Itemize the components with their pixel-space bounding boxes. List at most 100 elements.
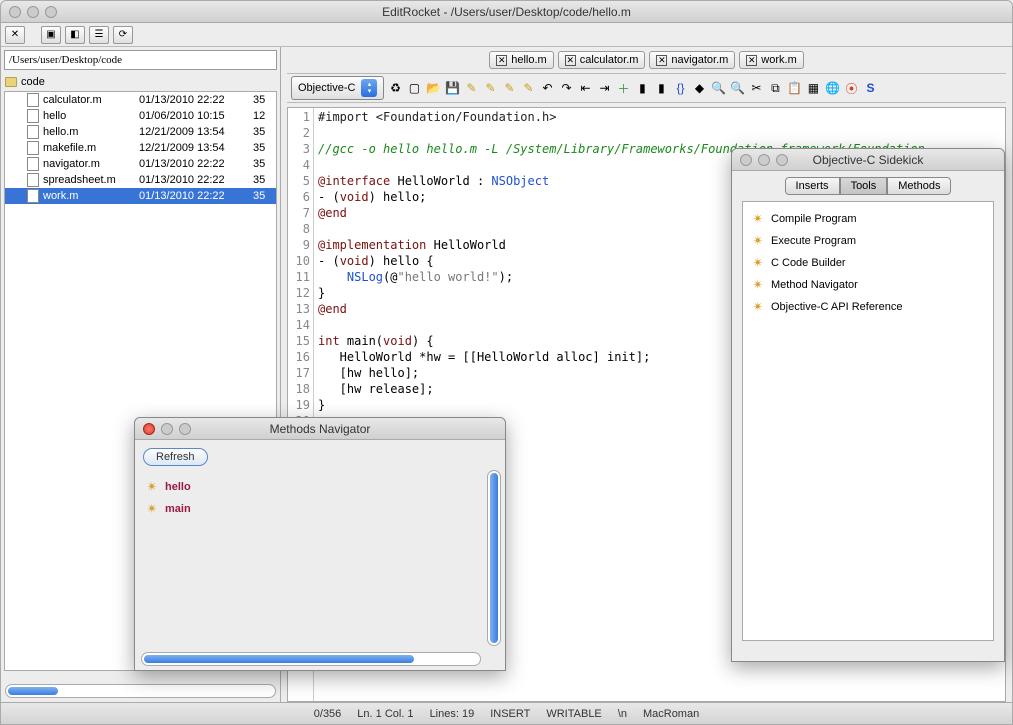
methods-title: Methods Navigator — [191, 422, 449, 436]
zoom-icon[interactable] — [179, 423, 191, 435]
s-icon[interactable]: S — [862, 80, 878, 96]
undo-icon[interactable]: ↶ — [539, 80, 555, 96]
zoom-icon[interactable] — [776, 154, 788, 166]
status-nl: \n — [618, 708, 627, 720]
globe-icon[interactable]: 🌐 — [824, 80, 840, 96]
file-size: 35 — [253, 158, 265, 170]
sidekick-title: Objective-C Sidekick — [788, 153, 948, 167]
tool-icon[interactable]: ◆ — [691, 80, 707, 96]
file-size: 35 — [253, 190, 265, 202]
file-icon — [27, 141, 39, 155]
wand-icon[interactable]: ✎ — [520, 80, 536, 96]
close-tab-icon[interactable]: ✕ — [746, 55, 757, 66]
status-lncol: Ln. 1 Col. 1 — [357, 708, 413, 720]
file-icon — [27, 125, 39, 139]
tab-label: work.m — [761, 54, 796, 66]
tool-icon[interactable]: ▮ — [653, 80, 669, 96]
add-icon[interactable]: ＋ — [615, 80, 631, 96]
search-icon[interactable]: 🔍 — [710, 80, 726, 96]
sidebar-scrollbar[interactable] — [5, 684, 276, 698]
wand-icon[interactable]: ✎ — [482, 80, 498, 96]
file-row[interactable]: calculator.m01/13/2010 22:2235 — [5, 92, 276, 108]
indent-icon[interactable]: ⇥ — [596, 80, 612, 96]
status-pos: 0/356 — [314, 708, 342, 720]
vertical-scrollbar[interactable] — [487, 470, 501, 646]
sidekick-item-label: Execute Program — [771, 235, 856, 247]
cut-icon[interactable]: ✂ — [748, 80, 764, 96]
file-date: 01/13/2010 22:22 — [139, 94, 249, 106]
sidekick-tab[interactable]: Tools — [840, 177, 888, 195]
toolbar-icon[interactable]: ☰ — [89, 26, 109, 44]
close-tab-icon[interactable]: ✕ — [496, 55, 507, 66]
copy-icon[interactable]: ⧉ — [767, 80, 783, 96]
file-size: 35 — [253, 174, 265, 186]
file-row[interactable]: makefile.m12/21/2009 13:5435 — [5, 140, 276, 156]
open-icon[interactable]: 📂 — [425, 80, 441, 96]
sidekick-item[interactable]: ✴Objective-C API Reference — [749, 296, 987, 318]
editor-tab[interactable]: ✕ navigator.m — [649, 51, 735, 69]
file-name: spreadsheet.m — [43, 174, 135, 186]
sidekick-window[interactable]: Objective-C Sidekick InsertsToolsMethods… — [731, 148, 1005, 662]
redo-icon[interactable]: ↷ — [558, 80, 574, 96]
toolbar-icon[interactable]: ▣ — [41, 26, 61, 44]
close-icon[interactable] — [143, 423, 155, 435]
toolbar-icon[interactable]: ◧ — [65, 26, 85, 44]
editor-tab[interactable]: ✕ work.m — [739, 51, 803, 69]
file-row[interactable]: hello01/06/2010 10:1512 — [5, 108, 276, 124]
toolbar-icon[interactable]: ⟳ — [113, 26, 133, 44]
new-file-icon[interactable]: ▢ — [406, 80, 422, 96]
tab-label: navigator.m — [671, 54, 728, 66]
db-icon[interactable]: ⦿ — [843, 80, 859, 96]
method-link[interactable]: main — [165, 503, 191, 515]
methods-navigator-window[interactable]: Methods Navigator Refresh ✴hello✴main — [134, 417, 506, 671]
save-icon[interactable]: 💾 — [444, 80, 460, 96]
close-icon[interactable] — [740, 154, 752, 166]
editor-tab[interactable]: ✕calculator.m — [558, 51, 646, 69]
folder-row[interactable]: code — [1, 73, 280, 91]
close-tab-icon[interactable]: ✕ — [5, 26, 25, 44]
close-tab-icon[interactable]: ✕ — [656, 55, 667, 66]
file-date: 01/06/2010 10:15 — [139, 110, 249, 122]
refresh-icon[interactable]: ♻ — [387, 80, 403, 96]
wand-icon[interactable]: ✎ — [501, 80, 517, 96]
method-link[interactable]: hello — [165, 481, 191, 493]
minimize-icon[interactable] — [758, 154, 770, 166]
indent-icon[interactable]: ⇤ — [577, 80, 593, 96]
sidekick-tab[interactable]: Inserts — [785, 177, 840, 195]
zoom-icon[interactable] — [45, 6, 57, 18]
sidekick-item[interactable]: ✴ Execute Program — [749, 230, 987, 252]
file-name: hello.m — [43, 126, 135, 138]
sidekick-item[interactable]: ✴Compile Program — [749, 208, 987, 230]
editor-tab[interactable]: ✕ hello.m — [489, 51, 553, 69]
sidekick-item-label: Method Navigator — [771, 279, 858, 291]
sidekick-item[interactable]: ✴C Code Builder — [749, 252, 987, 274]
tool-icon[interactable]: ▦ — [805, 80, 821, 96]
close-icon[interactable] — [9, 6, 21, 18]
sidekick-tab[interactable]: Methods — [887, 177, 951, 195]
path-input[interactable] — [4, 50, 277, 70]
minimize-icon[interactable] — [27, 6, 39, 18]
paste-icon[interactable]: 📋 — [786, 80, 802, 96]
sidekick-item[interactable]: ✴Method Navigator — [749, 274, 987, 296]
sidekick-title-bar[interactable]: Objective-C Sidekick — [732, 149, 1004, 171]
language-selector[interactable]: Objective-C — [291, 76, 384, 100]
file-row[interactable]: hello.m12/21/2009 13:5435 — [5, 124, 276, 140]
methods-title-bar[interactable]: Methods Navigator — [135, 418, 505, 440]
method-item[interactable]: ✴main — [143, 498, 497, 520]
file-row[interactable]: spreadsheet.m01/13/2010 22:2235 — [5, 172, 276, 188]
minimize-icon[interactable] — [161, 423, 173, 435]
file-row[interactable]: navigator.m01/13/2010 22:2235 — [5, 156, 276, 172]
close-tab-icon[interactable]: ✕ — [565, 55, 576, 66]
tab-label: hello.m — [511, 54, 546, 66]
stepper-icon[interactable] — [361, 79, 377, 97]
horizontal-scrollbar[interactable] — [141, 652, 481, 666]
braces-icon[interactable]: {} — [672, 80, 688, 96]
file-icon — [27, 157, 39, 171]
arrow-icon: ✴ — [751, 234, 765, 248]
search-icon[interactable]: 🔍 — [729, 80, 745, 96]
tool-icon[interactable]: ▮ — [634, 80, 650, 96]
refresh-button[interactable]: Refresh — [143, 448, 208, 466]
wand-icon[interactable]: ✎ — [463, 80, 479, 96]
method-item[interactable]: ✴hello — [143, 476, 497, 498]
file-row[interactable]: work.m01/13/2010 22:2235 — [5, 188, 276, 204]
